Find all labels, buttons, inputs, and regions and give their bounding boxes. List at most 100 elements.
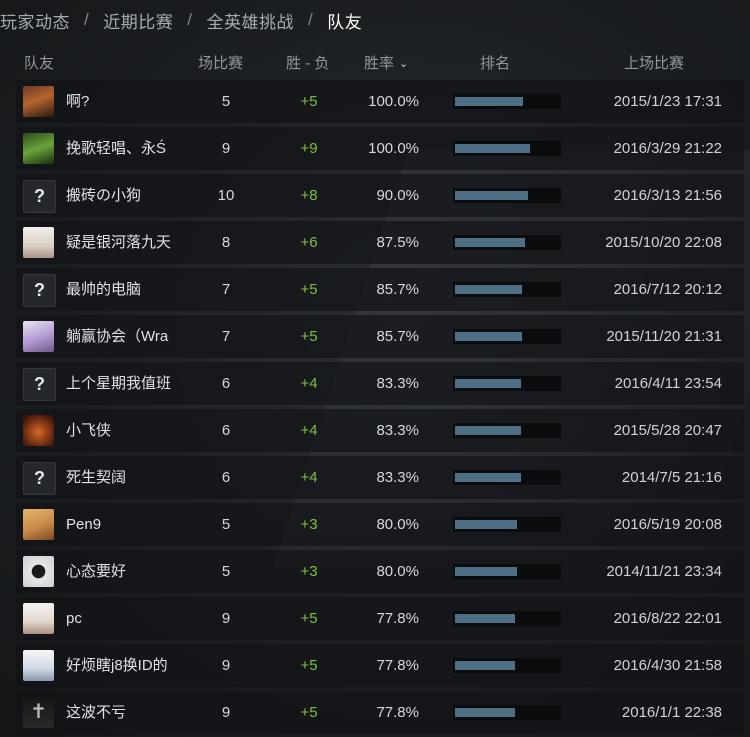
teammate-name[interactable]: 好烦瞎j8换ID的: [66, 644, 176, 687]
crumb-all-hero-challenge[interactable]: 全英雄挑战: [206, 8, 294, 33]
unknown-avatar-icon[interactable]: ?: [23, 180, 56, 213]
header-win-loss[interactable]: 胜 - 负: [286, 52, 329, 73]
teammate-name[interactable]: 小飞侠: [66, 409, 176, 452]
win-loss-diff: +5: [300, 657, 318, 674]
teammate-name[interactable]: 这波不亏: [66, 691, 176, 734]
match-count: 7: [221, 328, 231, 345]
breadcrumb-separator: /: [187, 10, 193, 29]
rank-bar: [453, 376, 561, 391]
win-rate: 85.7%: [376, 281, 419, 298]
teammate-name[interactable]: pc: [66, 597, 176, 640]
avatar[interactable]: [23, 650, 54, 681]
unknown-avatar-icon[interactable]: ?: [23, 462, 56, 495]
table-row[interactable]: 疑是银河落九天 8 +6 87.5% 2015/10/20 22:08: [16, 221, 744, 264]
avatar[interactable]: [23, 321, 54, 352]
avatar[interactable]: [23, 603, 54, 634]
match-count: 9: [221, 610, 231, 627]
avatar[interactable]: [23, 415, 54, 446]
win-rate: 100.0%: [368, 140, 419, 157]
win-loss-diff: +5: [300, 328, 318, 345]
win-rate: 85.7%: [376, 328, 419, 345]
table-row[interactable]: ? 最帅的电脑 7 +5 85.7% 2016/7/12 20:12: [16, 268, 744, 311]
header-win-rate[interactable]: 胜率 ⌄: [364, 52, 408, 73]
teammate-name[interactable]: 啊?: [66, 80, 176, 123]
teammate-name[interactable]: 最帅的电脑: [66, 268, 176, 311]
teammate-name[interactable]: Pen9: [66, 503, 176, 546]
rank-bar: [453, 188, 561, 203]
avatar[interactable]: [23, 556, 54, 587]
crumb-recent-matches[interactable]: 近期比赛: [103, 8, 173, 33]
last-match-date: 2016/3/29 21:22: [613, 140, 722, 157]
header-teammate[interactable]: 队友: [24, 52, 54, 73]
table-header: 队友 场比赛 胜 - 负 胜率 ⌄ 排名 上场比赛: [0, 40, 750, 80]
crumb-player-activity[interactable]: 玩家动态: [0, 8, 70, 33]
match-count: 8: [221, 234, 231, 251]
rank-bar: [453, 611, 561, 626]
table-row[interactable]: ? 搬砖の小狗 10 +8 90.0% 2016/3/13 21:56: [16, 174, 744, 217]
rank-bar: [453, 282, 561, 297]
win-rate: 80.0%: [376, 563, 419, 580]
last-match-date: 2015/10/20 22:08: [605, 234, 722, 251]
unknown-avatar-icon[interactable]: ?: [23, 368, 56, 401]
win-rate: 77.8%: [376, 657, 419, 674]
rank-bar-fill: [455, 191, 528, 200]
table-row[interactable]: ? 死生契阔 6 +4 83.3% 2014/7/5 21:16: [16, 456, 744, 499]
table-row[interactable]: pc 9 +5 77.8% 2016/8/22 22:01: [16, 597, 744, 640]
rank-bar: [453, 658, 561, 673]
unknown-avatar-icon[interactable]: ?: [23, 274, 56, 307]
avatar[interactable]: [23, 86, 54, 117]
header-rank[interactable]: 排名: [480, 52, 510, 73]
teammate-name[interactable]: 心态要好: [66, 550, 176, 593]
teammate-name[interactable]: 上个星期我值班: [66, 362, 176, 405]
match-count: 9: [221, 657, 231, 674]
last-match-date: 2015/1/23 17:31: [613, 93, 722, 110]
teammate-table: 啊? 5 +5 100.0% 2015/1/23 17:31 挽歌轻唱、永Ś 9…: [16, 80, 744, 737]
crumb-teammates[interactable]: 队友: [327, 8, 362, 33]
last-match-date: 2015/11/20 21:31: [606, 328, 722, 345]
rank-bar-fill: [455, 379, 521, 388]
teammate-name[interactable]: 搬砖の小狗: [66, 174, 176, 217]
win-rate: 83.3%: [376, 469, 419, 486]
rank-bar-fill: [455, 238, 525, 247]
table-row[interactable]: 躺赢协会（Wra 7 +5 85.7% 2015/11/20 21:31: [16, 315, 744, 358]
teammate-name[interactable]: 挽歌轻唱、永Ś: [66, 127, 176, 170]
rank-bar: [453, 705, 561, 720]
header-last-match[interactable]: 上场比赛: [624, 52, 684, 73]
rank-bar: [453, 517, 561, 532]
table-row[interactable]: Pen9 5 +3 80.0% 2016/5/19 20:08: [16, 503, 744, 546]
avatar[interactable]: [23, 227, 54, 258]
avatar[interactable]: [23, 133, 54, 164]
rank-bar: [453, 94, 561, 109]
last-match-date: 2016/8/22 22:01: [613, 610, 722, 627]
table-row[interactable]: 心态要好 5 +3 80.0% 2014/11/21 23:34: [16, 550, 744, 593]
match-count: 6: [221, 469, 231, 486]
table-row[interactable]: 好烦瞎j8换ID的 9 +5 77.8% 2016/4/30 21:58: [16, 644, 744, 687]
table-row[interactable]: ? 上个星期我值班 6 +4 83.3% 2016/4/11 23:54: [16, 362, 744, 405]
win-loss-diff: +3: [300, 563, 318, 580]
rank-bar: [453, 564, 561, 579]
win-loss-diff: +3: [300, 516, 318, 533]
table-row[interactable]: 挽歌轻唱、永Ś 9 +9 100.0% 2016/3/29 21:22: [16, 127, 744, 170]
avatar[interactable]: ✝: [23, 697, 54, 728]
teammate-name[interactable]: 躺赢协会（Wra: [66, 315, 176, 358]
rank-bar-fill: [455, 285, 522, 294]
rank-bar: [453, 329, 561, 344]
match-count: 5: [221, 516, 231, 533]
teammate-name[interactable]: 疑是银河落九天: [66, 221, 176, 264]
last-match-date: 2015/5/28 20:47: [613, 422, 722, 439]
avatar[interactable]: [23, 509, 54, 540]
win-loss-diff: +4: [300, 422, 318, 439]
rank-bar-fill: [455, 520, 517, 529]
teammate-name[interactable]: 死生契阔: [66, 456, 176, 499]
table-row[interactable]: 小飞侠 6 +4 83.3% 2015/5/28 20:47: [16, 409, 744, 452]
header-matches[interactable]: 场比赛: [198, 52, 243, 73]
last-match-date: 2016/4/11 23:54: [614, 375, 722, 392]
rank-bar-fill: [455, 567, 517, 576]
table-row[interactable]: 啊? 5 +5 100.0% 2015/1/23 17:31: [16, 80, 744, 123]
match-count: 6: [221, 375, 231, 392]
last-match-date: 2014/11/21 23:34: [606, 563, 722, 580]
win-loss-diff: +5: [300, 93, 318, 110]
table-row[interactable]: ✝ 这波不亏 9 +5 77.8% 2016/1/1 22:38: [16, 691, 744, 734]
win-rate: 83.3%: [376, 422, 419, 439]
header-win-rate-label: 胜率: [364, 55, 395, 72]
